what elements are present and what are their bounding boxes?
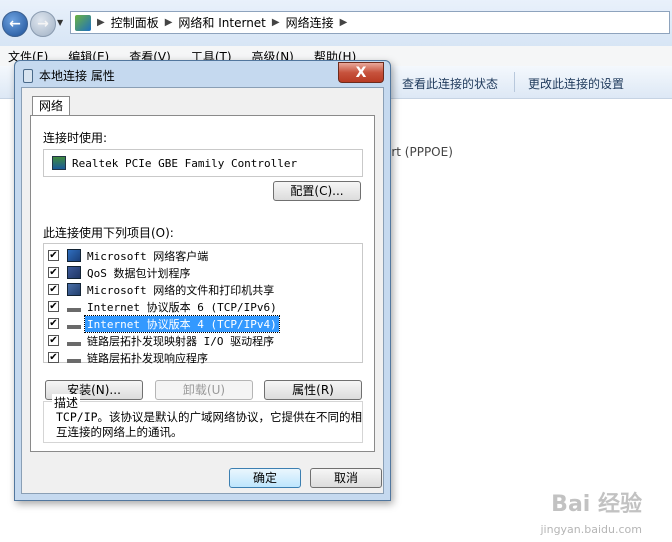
change-settings-command[interactable]: 更改此连接的设置 bbox=[528, 75, 624, 92]
item-label: Internet 协议版本 6 (TCP/IPv6) bbox=[87, 300, 277, 314]
network-plug-icon bbox=[23, 68, 33, 83]
item-checkbox[interactable]: ✔ bbox=[48, 352, 59, 363]
list-item-file-share[interactable]: ✔ Microsoft 网络的文件和打印机共享 bbox=[44, 281, 362, 298]
item-checkbox[interactable]: ✔ bbox=[48, 301, 59, 312]
watermark-url: jingyan.baidu.com bbox=[540, 523, 642, 536]
arrow-left-icon: ← bbox=[9, 16, 21, 32]
adapter-name: Realtek PCIe GBE Family Controller bbox=[72, 156, 298, 170]
list-item-lltd-responder[interactable]: ✔ 链路层拓扑发现响应程序 bbox=[44, 349, 362, 366]
items-list[interactable]: ✔ Microsoft 网络客户端 ✔ QoS 数据包计划程序 ✔ Micros… bbox=[43, 243, 363, 366]
protocol-icon bbox=[67, 324, 81, 329]
view-status-command[interactable]: 查看此连接的状态 bbox=[402, 75, 498, 92]
item-label: Microsoft 网络的文件和打印机共享 bbox=[87, 283, 275, 297]
qos-icon bbox=[67, 266, 81, 279]
protocol-icon bbox=[67, 358, 81, 363]
uninstall-button[interactable]: 卸载(U) bbox=[155, 380, 253, 400]
arrow-right-icon: → bbox=[37, 16, 49, 32]
baidu-watermark: Bai 经验 bbox=[551, 492, 642, 517]
network-adapter-icon bbox=[52, 156, 66, 170]
properties-button[interactable]: 属性(R) bbox=[264, 380, 362, 400]
breadcrumb-network-connections[interactable]: 网络连接 bbox=[286, 14, 334, 31]
address-bar-area: ← → ▼ ▶ 控制面板 ▶ 网络和 Internet ▶ 网络连接 ▶ bbox=[0, 0, 672, 46]
back-button[interactable]: ← bbox=[2, 11, 28, 37]
list-item-ipv6[interactable]: ✔ Internet 协议版本 6 (TCP/IPv6) bbox=[44, 298, 362, 315]
dialog-title-bar[interactable]: 本地连接 属性 bbox=[23, 67, 115, 84]
list-item-qos[interactable]: ✔ QoS 数据包计划程序 bbox=[44, 264, 362, 281]
item-checkbox[interactable]: ✔ bbox=[48, 284, 59, 295]
network-client-icon bbox=[67, 249, 81, 262]
properties-dialog: 本地连接 属性 X 网络 连接时使用: Realtek PCIe GBE Fam… bbox=[14, 60, 391, 501]
history-dropdown-icon[interactable]: ▼ bbox=[57, 18, 63, 27]
protocol-icon bbox=[67, 307, 81, 312]
close-icon: X bbox=[355, 64, 367, 81]
item-checkbox[interactable]: ✔ bbox=[48, 335, 59, 346]
close-button[interactable]: X bbox=[338, 62, 384, 83]
item-label: 链路层拓扑发现映射器 I/O 驱动程序 bbox=[87, 334, 275, 348]
item-label: Internet 协议版本 4 (TCP/IPv4) bbox=[84, 314, 280, 333]
description-group: 描述 TCP/IP。该协议是默认的广域网络协议，它提供在不同的相互连接的网络上的… bbox=[43, 394, 363, 443]
list-item-lltd-mapper[interactable]: ✔ 链路层拓扑发现映射器 I/O 驱动程序 bbox=[44, 332, 362, 349]
chevron-right-icon[interactable]: ▶ bbox=[97, 17, 105, 28]
configure-button[interactable]: 配置(C)... bbox=[273, 181, 361, 201]
chevron-right-icon[interactable]: ▶ bbox=[165, 17, 173, 28]
control-panel-icon bbox=[75, 14, 91, 31]
item-label: QoS 数据包计划程序 bbox=[87, 266, 191, 280]
item-checkbox[interactable]: ✔ bbox=[48, 318, 59, 329]
list-item-ipv4[interactable]: ✔ Internet 协议版本 4 (TCP/IPv4) bbox=[44, 314, 362, 333]
item-label: 链路层拓扑发现响应程序 bbox=[87, 351, 208, 365]
file-share-icon bbox=[67, 283, 81, 296]
dialog-body: 网络 连接时使用: Realtek PCIe GBE Family Contro… bbox=[21, 87, 384, 494]
list-item-ms-client[interactable]: ✔ Microsoft 网络客户端 bbox=[44, 247, 362, 264]
cancel-button[interactable]: 取消 bbox=[310, 468, 382, 488]
protocol-icon bbox=[67, 341, 81, 346]
dialog-title: 本地连接 属性 bbox=[39, 69, 115, 83]
ok-button[interactable]: 确定 bbox=[229, 468, 301, 488]
breadcrumb-network-internet[interactable]: 网络和 Internet bbox=[178, 14, 265, 31]
adapter-field: Realtek PCIe GBE Family Controller bbox=[43, 149, 363, 177]
description-text: TCP/IP。该协议是默认的广域网络协议，它提供在不同的相互连接的网络上的通讯。 bbox=[56, 410, 363, 439]
items-label: 此连接使用下列项目(O): bbox=[43, 226, 174, 240]
item-checkbox[interactable]: ✔ bbox=[48, 267, 59, 278]
tab-network[interactable]: 网络 bbox=[32, 96, 70, 116]
item-checkbox[interactable]: ✔ bbox=[48, 250, 59, 261]
chevron-right-icon[interactable]: ▶ bbox=[272, 17, 280, 28]
chevron-right-icon[interactable]: ▶ bbox=[340, 17, 348, 28]
item-label: Microsoft 网络客户端 bbox=[87, 249, 209, 263]
network-tab-panel: 连接时使用: Realtek PCIe GBE Family Controlle… bbox=[30, 115, 375, 452]
forward-button[interactable]: → bbox=[30, 11, 56, 37]
connect-using-label: 连接时使用: bbox=[43, 131, 108, 145]
breadcrumb-control-panel[interactable]: 控制面板 bbox=[111, 14, 159, 31]
command-divider bbox=[514, 72, 515, 92]
address-input[interactable]: ▶ 控制面板 ▶ 网络和 Internet ▶ 网络连接 ▶ bbox=[70, 11, 670, 34]
description-label: 描述 bbox=[52, 394, 81, 411]
connection-name-text: ort (PPPOE) bbox=[384, 145, 453, 159]
